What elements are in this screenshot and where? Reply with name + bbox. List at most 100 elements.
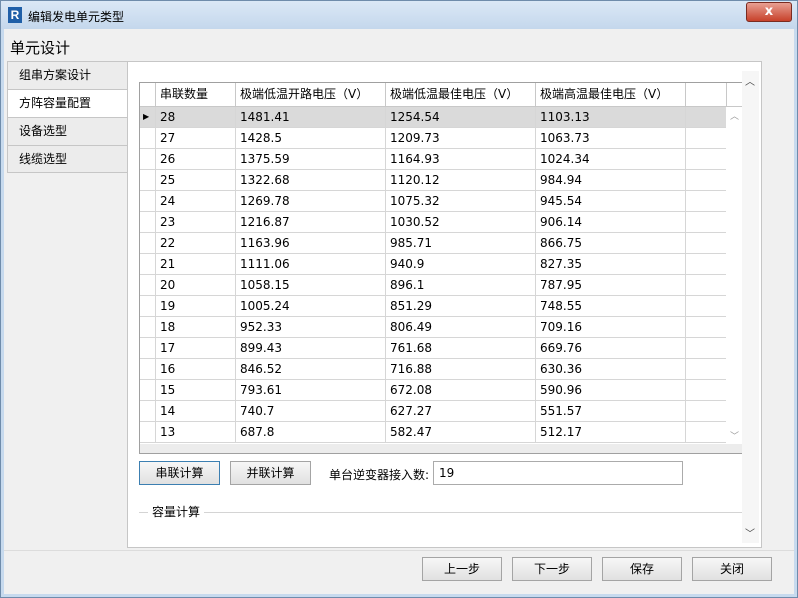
table-cell[interactable]: 793.61 — [236, 380, 386, 400]
column-header[interactable]: 串联数量 — [156, 83, 236, 106]
table-cell[interactable]: 984.94 — [536, 170, 686, 190]
table-cell[interactable]: 26 — [156, 149, 236, 169]
row-header[interactable] — [140, 191, 156, 211]
table-row[interactable]: 24 1269.78 1075.32 945.54 — [140, 191, 727, 212]
scroll-up-icon[interactable]: ︿ — [730, 109, 739, 122]
table-cell[interactable]: 761.68 — [386, 338, 536, 358]
table-cell[interactable]: 1375.59 — [236, 149, 386, 169]
table-cell[interactable]: 27 — [156, 128, 236, 148]
table-cell[interactable]: 22 — [156, 233, 236, 253]
table-cell[interactable]: 672.08 — [386, 380, 536, 400]
table-cell[interactable]: 18 — [156, 317, 236, 337]
parallel-calc-button[interactable]: 并联计算 — [230, 461, 311, 485]
table-row[interactable]: 27 1428.5 1209.73 1063.73 — [140, 128, 727, 149]
table-row[interactable]: 25 1322.68 1120.12 984.94 — [140, 170, 727, 191]
table-cell[interactable]: 1216.87 — [236, 212, 386, 232]
table-cell[interactable]: 1103.13 — [536, 107, 686, 127]
row-header[interactable] — [140, 401, 156, 421]
table-cell[interactable]: 1481.41 — [236, 107, 386, 127]
table-cell[interactable]: 740.7 — [236, 401, 386, 421]
table-cell[interactable]: 24 — [156, 191, 236, 211]
table-row[interactable]: 14 740.7 627.27 551.57 — [140, 401, 727, 422]
table-cell[interactable]: 827.35 — [536, 254, 686, 274]
save-button[interactable]: 保存 — [602, 557, 682, 581]
table-row[interactable]: 17 899.43 761.68 669.76 — [140, 338, 727, 359]
table-row[interactable]: 18 952.33 806.49 709.16 — [140, 317, 727, 338]
table-cell[interactable]: 582.47 — [386, 422, 536, 442]
table-cell[interactable]: 627.27 — [386, 401, 536, 421]
prev-button[interactable]: 上一步 — [422, 557, 502, 581]
table-cell[interactable]: 1111.06 — [236, 254, 386, 274]
next-button[interactable]: 下一步 — [512, 557, 592, 581]
row-header[interactable] — [140, 275, 156, 295]
table-cell[interactable]: 1075.32 — [386, 191, 536, 211]
table-cell[interactable]: 551.57 — [536, 401, 686, 421]
table-cell[interactable]: 985.71 — [386, 233, 536, 253]
table-cell[interactable]: 709.16 — [536, 317, 686, 337]
table-cell[interactable]: 1322.68 — [236, 170, 386, 190]
table-row[interactable]: 22 1163.96 985.71 866.75 — [140, 233, 727, 254]
row-header[interactable] — [140, 149, 156, 169]
table-hscrollbar[interactable] — [140, 444, 743, 453]
table-row[interactable]: 15 793.61 672.08 590.96 — [140, 380, 727, 401]
row-header[interactable] — [140, 317, 156, 337]
table-cell[interactable]: 590.96 — [536, 380, 686, 400]
table-cell[interactable]: 28 — [156, 107, 236, 127]
close-button[interactable]: 关闭 — [692, 557, 772, 581]
table-cell[interactable]: 846.52 — [236, 359, 386, 379]
table-cell[interactable]: 630.36 — [536, 359, 686, 379]
column-header[interactable]: 极端高温最佳电压（V） — [536, 83, 686, 106]
table-cell[interactable]: 787.95 — [536, 275, 686, 295]
table-cell[interactable]: 1209.73 — [386, 128, 536, 148]
table-cell[interactable]: 1254.54 — [386, 107, 536, 127]
table-cell[interactable]: 851.29 — [386, 296, 536, 316]
table-cell[interactable]: 748.55 — [536, 296, 686, 316]
table-cell[interactable]: 1269.78 — [236, 191, 386, 211]
table-cell[interactable]: 512.17 — [536, 422, 686, 442]
table-cell[interactable]: 25 — [156, 170, 236, 190]
series-calc-button[interactable]: 串联计算 — [139, 461, 220, 485]
nav-item-equipment[interactable]: 设备选型 — [7, 117, 128, 145]
scroll-down-icon[interactable]: ﹀ — [730, 429, 739, 442]
table-cell[interactable]: 1058.15 — [236, 275, 386, 295]
table-cell[interactable]: 19 — [156, 296, 236, 316]
table-row[interactable]: 20 1058.15 896.1 787.95 — [140, 275, 727, 296]
nav-item-cable[interactable]: 线缆选型 — [7, 145, 128, 173]
table-cell[interactable]: 1428.5 — [236, 128, 386, 148]
table-cell[interactable]: 687.8 — [236, 422, 386, 442]
table-cell[interactable]: 21 — [156, 254, 236, 274]
row-header[interactable] — [140, 338, 156, 358]
row-header[interactable] — [140, 380, 156, 400]
table-cell[interactable]: 896.1 — [386, 275, 536, 295]
page-scroll-up-icon[interactable]: ︿ — [745, 73, 755, 88]
column-header[interactable]: 极端低温最佳电压（V） — [386, 83, 536, 106]
table-cell[interactable]: 1024.34 — [536, 149, 686, 169]
table-cell[interactable]: 20 — [156, 275, 236, 295]
row-header[interactable] — [140, 212, 156, 232]
table-cell[interactable]: 1163.96 — [236, 233, 386, 253]
table-cell[interactable]: 13 — [156, 422, 236, 442]
row-selector-icon[interactable]: ▶ — [140, 107, 156, 127]
table-cell[interactable]: 1005.24 — [236, 296, 386, 316]
table-row[interactable]: 19 1005.24 851.29 748.55 — [140, 296, 727, 317]
table-cell[interactable]: 1120.12 — [386, 170, 536, 190]
table-cell[interactable]: 906.14 — [536, 212, 686, 232]
page-scrollbar[interactable]: ︿ ﹀ — [742, 71, 759, 543]
table-cell[interactable]: 14 — [156, 401, 236, 421]
row-header[interactable] — [140, 254, 156, 274]
table-cell[interactable]: 716.88 — [386, 359, 536, 379]
row-header[interactable] — [140, 359, 156, 379]
row-header[interactable] — [140, 128, 156, 148]
table-cell[interactable]: 866.75 — [536, 233, 686, 253]
table-row[interactable]: 26 1375.59 1164.93 1024.34 — [140, 149, 727, 170]
column-header[interactable]: 极端低温开路电压（V） — [236, 83, 386, 106]
window-close-button[interactable]: x — [746, 2, 792, 22]
table-row[interactable]: 21 1111.06 940.9 827.35 — [140, 254, 727, 275]
table-cell[interactable]: 17 — [156, 338, 236, 358]
table-cell[interactable]: 15 — [156, 380, 236, 400]
table-cell[interactable]: 940.9 — [386, 254, 536, 274]
page-scroll-down-icon[interactable]: ﹀ — [745, 525, 755, 540]
row-header[interactable] — [140, 422, 156, 442]
table-row[interactable]: 13 687.8 582.47 512.17 — [140, 422, 727, 443]
nav-item-string-design[interactable]: 组串方案设计 — [7, 61, 128, 89]
